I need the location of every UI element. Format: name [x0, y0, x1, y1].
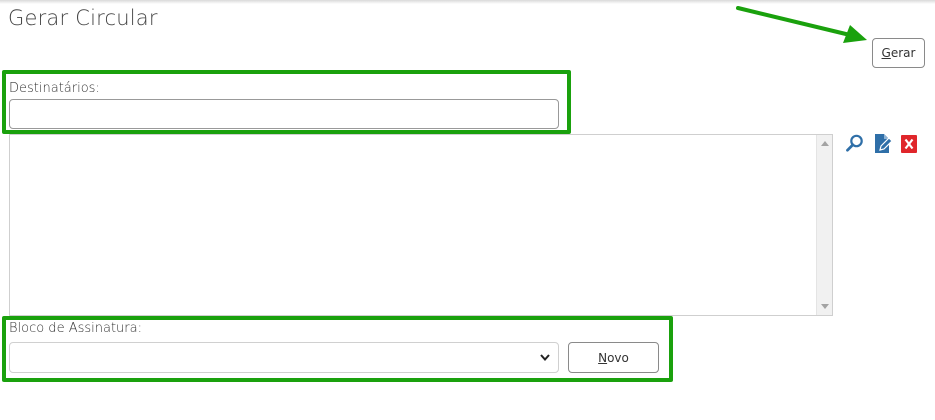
scroll-down-arrow-icon[interactable]: [821, 304, 829, 309]
recipients-input[interactable]: [9, 99, 559, 129]
search-icon[interactable]: [845, 133, 865, 153]
signature-block-select[interactable]: [9, 342, 559, 373]
annotation-arrow-icon: [736, 6, 867, 43]
new-button-label: ovo: [607, 350, 629, 365]
scroll-up-arrow-icon[interactable]: [821, 141, 829, 146]
remove-icon[interactable]: [900, 134, 920, 154]
generate-button[interactable]: Gerar: [872, 38, 925, 68]
page-title: Gerar Circular: [8, 6, 158, 30]
generate-button-label: erar: [890, 46, 916, 60]
generate-button-accesskey: G: [881, 46, 891, 60]
signature-block-label: Bloco de Assinatura:: [9, 321, 142, 336]
edit-icon[interactable]: [873, 133, 893, 153]
recipients-label: Destinatários:: [9, 81, 100, 96]
new-button-accesskey: N: [598, 350, 608, 365]
recipients-list-scrollbar[interactable]: [816, 135, 832, 315]
recipients-list[interactable]: [9, 134, 833, 316]
top-shadow: [0, 0, 935, 4]
new-signature-block-button[interactable]: Novo: [568, 342, 659, 373]
chevron-down-icon: [540, 354, 550, 362]
